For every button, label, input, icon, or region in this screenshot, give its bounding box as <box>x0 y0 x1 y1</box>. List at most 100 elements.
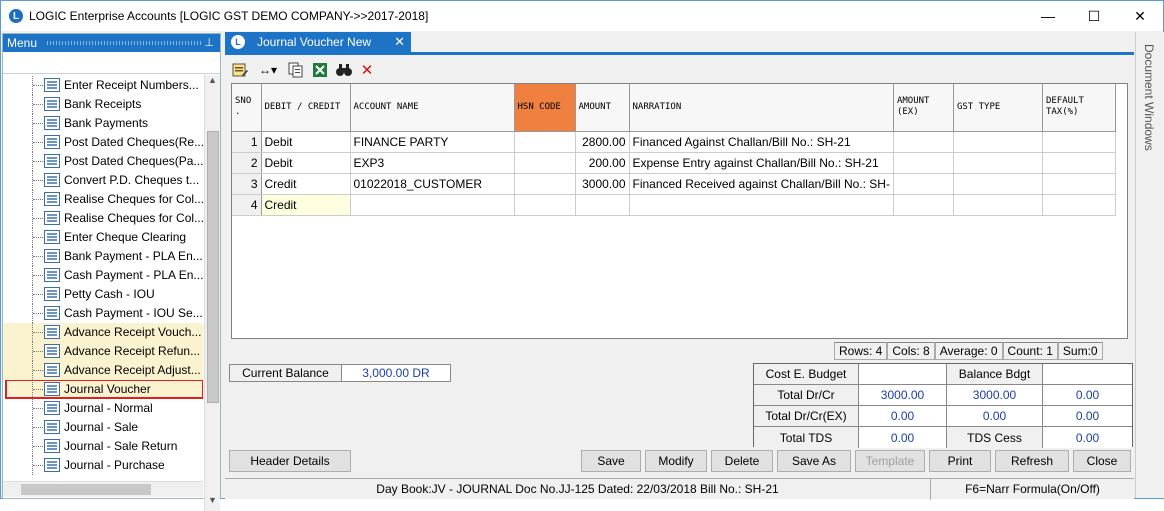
cell-amount[interactable] <box>575 194 630 216</box>
total-drcr-label: Total Dr/Cr <box>754 385 859 406</box>
minimize-button[interactable]: — <box>1025 1 1071 31</box>
menu-item[interactable]: Petty Cash - IOU <box>3 285 203 304</box>
cell-account[interactable]: 01022018_CUSTOMER <box>350 173 515 195</box>
save-button[interactable]: Save <box>581 450 641 472</box>
menu-item[interactable]: Enter Receipt Numbers... <box>3 76 203 95</box>
cell-tax[interactable] <box>1042 194 1116 216</box>
cell-tax[interactable] <box>1042 131 1116 153</box>
pin-icon[interactable]: ⊥ <box>204 36 214 49</box>
header-details-button[interactable]: Header Details <box>229 450 351 472</box>
col-default-tax[interactable]: DEFAULT TAX(%) <box>1042 84 1116 132</box>
delete-icon[interactable]: ✕ <box>359 61 375 79</box>
cell-hsn[interactable] <box>514 173 576 195</box>
cell-dc[interactable]: Debit <box>261 131 351 153</box>
cell-account[interactable]: EXP3 <box>350 152 515 174</box>
scroll-down-icon[interactable]: ▼ <box>208 495 217 505</box>
cell-gst[interactable] <box>953 194 1043 216</box>
cell-amount[interactable]: 2800.00 <box>575 131 630 153</box>
cell-account[interactable] <box>350 194 515 216</box>
template-button[interactable]: Template <box>855 450 925 472</box>
cell-narration[interactable]: Expense Entry against Challan/Bill No.: … <box>629 152 894 174</box>
edit-note-icon[interactable] <box>231 61 249 79</box>
menu-item[interactable]: Convert P.D. Cheques t... <box>3 171 203 190</box>
cell-hsn[interactable] <box>514 131 576 153</box>
menu-vertical-scrollbar[interactable]: ▲ ▼ <box>204 75 220 511</box>
menu-item[interactable]: Cash Payment - IOU Se... <box>3 304 203 323</box>
close-button[interactable]: Close <box>1073 450 1131 472</box>
menu-item[interactable]: Journal Voucher <box>3 380 203 399</box>
menu-item[interactable]: Advance Receipt Vouch... <box>3 323 203 342</box>
cell-amount_ex[interactable] <box>893 194 954 216</box>
cell-tax[interactable] <box>1042 173 1116 195</box>
document-windows-panel[interactable]: Document Windows <box>1135 32 1164 498</box>
cell-amount_ex[interactable] <box>893 173 954 195</box>
menu-item[interactable]: Journal - Sale <box>3 418 203 437</box>
cell-gst[interactable] <box>953 152 1043 174</box>
cell-narration[interactable] <box>629 194 894 216</box>
cell-gst[interactable] <box>953 173 1043 195</box>
maximize-button[interactable]: ☐ <box>1071 1 1117 31</box>
col-sno[interactable]: SNO . <box>232 84 262 132</box>
modify-button[interactable]: Modify <box>645 450 707 472</box>
cell-hsn[interactable] <box>514 152 576 174</box>
menu-horizontal-scrollbar[interactable] <box>3 481 203 497</box>
cell-account[interactable]: FINANCE PARTY <box>350 131 515 153</box>
table-row[interactable]: 3 Credit 01022018_CUSTOMER 3000.00 Financed … <box>232 173 1116 195</box>
cell-gst[interactable] <box>953 131 1043 153</box>
copy-icon[interactable] <box>287 61 305 79</box>
menu-search-area[interactable] <box>3 52 220 74</box>
hscroll-thumb[interactable] <box>21 484 151 495</box>
table-row[interactable]: 1 Debit FINANCE PARTY 2800.00 Financed Again… <box>232 131 1116 153</box>
close-window-button[interactable]: ✕ <box>1117 1 1163 31</box>
cell-hsn[interactable] <box>514 194 576 216</box>
menu-item[interactable]: Journal - Purchase <box>3 456 203 475</box>
menu-item[interactable]: Realise Cheques for Col... <box>3 190 203 209</box>
table-row[interactable]: 2 Debit EXP3 200.00 Expense Entry against Ch… <box>232 152 1116 174</box>
menu-item[interactable]: Bank Payment - PLA En... <box>3 247 203 266</box>
table-row[interactable]: 4 Credit <box>232 194 1116 216</box>
cell-amount_ex[interactable] <box>893 152 954 174</box>
menu-item[interactable]: Bank Payments <box>3 114 203 133</box>
menu-item[interactable]: Advance Receipt Refun... <box>3 342 203 361</box>
cell-narration[interactable]: Financed Against Challan/Bill No.: SH-21 <box>629 131 894 153</box>
col-amount-ex[interactable]: AMOUNT (EX) <box>893 84 954 132</box>
col-account-name[interactable]: ACCOUNT NAME <box>350 84 515 132</box>
find-icon[interactable] <box>335 61 353 79</box>
menu-item[interactable]: Post Dated Cheques(Re... <box>3 133 203 152</box>
menu-item[interactable]: Bank Receipts <box>3 95 203 114</box>
refresh-button[interactable]: Refresh <box>995 450 1069 472</box>
cell-amount[interactable]: 200.00 <box>575 152 630 174</box>
menu-title: Menu <box>7 36 38 50</box>
menu-item[interactable]: Post Dated Cheques(Pa... <box>3 152 203 171</box>
voucher-grid[interactable]: SNO . DEBIT / CREDIT ACCOUNT NAME HSN CO… <box>231 83 1128 339</box>
col-narration[interactable]: NARRATION <box>629 84 894 132</box>
cell-dc[interactable]: Credit <box>261 194 351 216</box>
menu-item[interactable]: Journal - Sale Return <box>3 437 203 456</box>
print-button[interactable]: Print <box>929 450 991 472</box>
col-gst-type[interactable]: GST TYPE <box>953 84 1043 132</box>
cell-tax[interactable] <box>1042 152 1116 174</box>
col-debit-credit[interactable]: DEBIT / CREDIT <box>261 84 351 132</box>
menu-item[interactable]: Advance Receipt Adjust... <box>3 361 203 380</box>
excel-icon[interactable] <box>311 61 329 79</box>
balance-bdgt-value[interactable] <box>1043 364 1132 385</box>
col-amount[interactable]: AMOUNT <box>575 84 630 132</box>
cell-dc[interactable]: Credit <box>261 173 351 195</box>
tab-journal-voucher-new[interactable]: L Journal Voucher New ✕ <box>225 32 411 52</box>
cell-amount_ex[interactable] <box>893 131 954 153</box>
menu-item[interactable]: Cash Payment - PLA En... <box>3 266 203 285</box>
cost-budget-value[interactable] <box>859 364 947 385</box>
cell-amount[interactable]: 3000.00 <box>575 173 630 195</box>
arrows-icon[interactable]: ↔▾ <box>255 61 281 79</box>
scroll-thumb[interactable] <box>207 131 219 403</box>
scroll-up-icon[interactable]: ▲ <box>208 75 217 85</box>
save-as-button[interactable]: Save As <box>777 450 851 472</box>
cell-dc[interactable]: Debit <box>261 152 351 174</box>
menu-item[interactable]: Enter Cheque Clearing <box>3 228 203 247</box>
menu-item[interactable]: Realise Cheques for Col... <box>3 209 203 228</box>
col-hsn-code[interactable]: HSN CODE <box>514 84 576 132</box>
delete-button[interactable]: Delete <box>711 450 773 472</box>
cell-narration[interactable]: Financed Received against Challan/Bill N… <box>629 173 894 195</box>
tab-close-icon[interactable]: ✕ <box>394 34 405 50</box>
menu-item[interactable]: Journal - Normal <box>3 399 203 418</box>
